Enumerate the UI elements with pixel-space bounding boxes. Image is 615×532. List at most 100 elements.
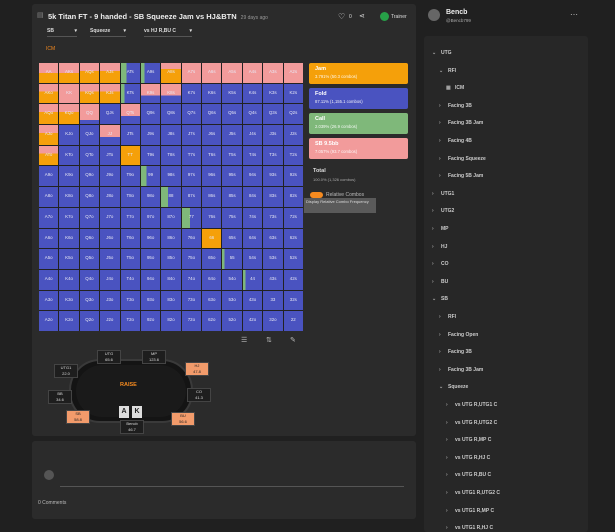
tree-item[interactable]: ⌄ UTG [432,50,452,56]
hand-cell[interactable]: K3o [59,290,79,311]
hand-cell[interactable]: 95s [222,166,242,187]
hand-cell[interactable]: K4s [242,83,263,104]
tree-item[interactable]: › Facing 3B [439,349,472,355]
hand-cell[interactable]: K2o [59,311,79,331]
hand-cell[interactable]: T8o [120,187,140,207]
hand-cell[interactable]: TT [120,145,140,166]
hand-cell[interactable]: 82o [161,311,181,331]
action-fold[interactable]: Fold 87.11% (1,155.1 combos) [309,88,408,109]
hand-cell[interactable]: A4s [242,63,263,83]
tree-item[interactable]: › vs UTG1 R,UTG2 C [446,490,500,496]
hand-cell[interactable]: KK [59,83,79,104]
hand-cell[interactable]: 84o [161,269,181,290]
hand-cell[interactable]: Q9o [79,166,100,187]
hand-cell[interactable]: Q5o [79,249,100,269]
hand-cell[interactable]: J3o [100,290,120,311]
hand-cell[interactable]: 74s [242,207,263,228]
hand-cell[interactable]: 86s [202,187,222,207]
hand-cell[interactable]: Q7s [181,104,202,125]
hand-cell[interactable]: T7o [120,207,140,228]
hand-cell[interactable]: T8s [161,145,181,166]
hand-cell[interactable]: 33 [263,290,283,311]
tree-item[interactable]: ▦ ICM [446,85,464,91]
hand-cell[interactable]: 99 [140,166,161,187]
hand-cell[interactable]: T5s [222,145,242,166]
hand-cell[interactable]: A2o [39,311,59,331]
hand-cell[interactable]: KTo [59,145,79,166]
list-icon[interactable]: ☰ [241,336,247,344]
hand-cell[interactable]: K4o [59,269,79,290]
hand-cell[interactable]: ATs [120,63,140,83]
hand-cell[interactable]: J5o [100,249,120,269]
hand-cell[interactable]: ATo [39,145,59,166]
hand-cell[interactable]: Q7o [79,207,100,228]
hand-cell[interactable]: T9o [120,166,140,187]
hand-cell[interactable]: Q2s [283,104,303,125]
hand-cell[interactable]: Q3s [263,104,283,125]
hand-cell[interactable]: 63s [263,228,283,249]
tree-item[interactable]: › UTG2 [432,208,454,214]
hand-cell[interactable]: J5s [222,125,242,145]
hand-cell[interactable]: 55 [222,249,242,269]
tree-item[interactable]: ⌄ Squeeze [439,384,468,390]
play-icon[interactable] [380,12,389,21]
hand-cell[interactable]: A8s [161,63,181,83]
hand-cell[interactable]: T7s [181,145,202,166]
hand-cell[interactable]: A7o [39,207,59,228]
hand-cell[interactable]: K7o [59,207,79,228]
hand-cell[interactable]: Q8o [79,187,100,207]
hand-cell[interactable]: K5s [222,83,242,104]
hand-cell[interactable]: 95o [140,249,161,269]
hand-cell[interactable]: A9o [39,166,59,187]
hand-cell[interactable]: QJs [100,104,120,125]
comment-input[interactable] [60,470,404,487]
tree-item[interactable]: › CO [432,261,449,267]
hand-cell[interactable]: 77 [181,207,202,228]
hand-cell[interactable]: Q6o [79,228,100,249]
tree-item[interactable]: › Facing 5B Jam [439,173,483,179]
tree-item[interactable]: › Facing 3B [439,103,472,109]
hand-cell[interactable]: AQs [79,63,100,83]
hand-cell[interactable]: 92s [283,166,303,187]
tree-item[interactable]: › BU [432,279,448,285]
tree-item[interactable]: › Facing Open [439,332,478,338]
tree-item[interactable]: › UTG1 [432,191,454,197]
hand-cell[interactable]: 86o [161,228,181,249]
hand-cell[interactable]: 43o [242,290,263,311]
hand-cell[interactable]: T4o [120,269,140,290]
hand-cell[interactable]: JTs [120,125,140,145]
tree-item[interactable]: › vs UTG R,MP C [446,437,491,443]
hand-cell[interactable]: 85o [161,249,181,269]
hand-cell[interactable]: A3s [263,63,283,83]
hand-cell[interactable]: 82s [283,187,303,207]
hand-cell[interactable]: 98o [140,187,161,207]
hand-cell[interactable]: JTo [100,145,120,166]
hand-cell[interactable]: 83o [161,290,181,311]
hand-cell[interactable]: T5o [120,249,140,269]
tree-item[interactable]: › Facing 4B [439,138,472,144]
hand-cell[interactable]: 98s [161,166,181,187]
hand-cell[interactable]: KQo [59,104,79,125]
hand-cell[interactable]: K6o [59,228,79,249]
hand-cell[interactable]: 72o [181,311,202,331]
hand-cell[interactable]: A6o [39,228,59,249]
hand-cell[interactable]: A5o [39,249,59,269]
hand-cell[interactable]: 93o [140,290,161,311]
tree-item[interactable]: › vs UTG R,UTG1 C [446,402,497,408]
hand-cell[interactable]: T3o [120,290,140,311]
hand-cell[interactable]: 62s [283,228,303,249]
hand-cell[interactable]: Q2o [79,311,100,331]
profile-avatar[interactable] [428,9,440,21]
hand-cell[interactable]: 42s [283,269,303,290]
hand-cell[interactable]: 94o [140,269,161,290]
hand-cell[interactable]: J7s [181,125,202,145]
hand-cell[interactable]: J9s [140,125,161,145]
hand-cell[interactable]: KJs [100,83,120,104]
tree-item[interactable]: ⌄ SB [432,296,448,302]
hand-cell[interactable]: Q4o [79,269,100,290]
hand-cell[interactable]: A3o [39,290,59,311]
hand-cell[interactable]: 97o [140,207,161,228]
hand-cell[interactable]: AKo [39,83,59,104]
hand-cell[interactable]: J4s [242,125,263,145]
hand-cell[interactable]: 43s [263,269,283,290]
